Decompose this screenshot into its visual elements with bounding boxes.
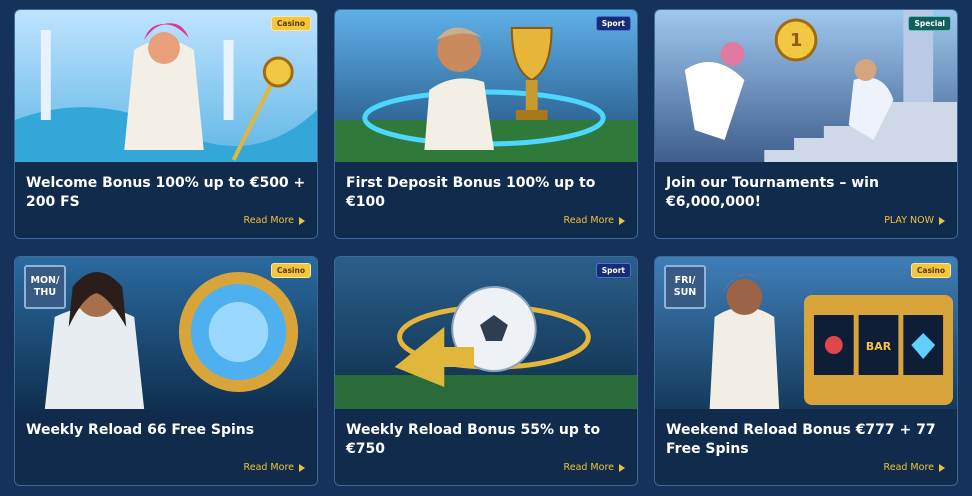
cta-label: PLAY NOW xyxy=(884,215,934,226)
badge-casino: Casino xyxy=(270,16,311,31)
promo-card-first-deposit[interactable]: Sport First Deposit Bonus 100% up to €10… xyxy=(334,9,638,239)
promo-art-goddess xyxy=(15,10,317,162)
read-more-button[interactable]: Read More xyxy=(564,462,625,473)
promo-card-weekly-reload-sport[interactable]: Sport Weekly Reload Bonus 55% up to €750… xyxy=(334,256,638,486)
promo-title: Welcome Bonus 100% up to €500 + 200 FS xyxy=(26,175,306,210)
promo-card-welcome-bonus[interactable]: Casino Welcome Bonus 100% up to €500 + 2… xyxy=(14,9,318,239)
promo-title: Weekend Reload Bonus €777 + 77 Free Spin… xyxy=(666,422,936,457)
promo-card-tournaments[interactable]: 1 Special Join our Tournaments – win €6,… xyxy=(654,9,958,239)
badge-sport: Sport xyxy=(595,16,631,31)
play-arrow-icon xyxy=(619,463,625,472)
day-tag-line-2: THU xyxy=(33,287,57,298)
promotions-grid: Casino Welcome Bonus 100% up to €500 + 2… xyxy=(0,0,972,496)
day-tag-mon-thu: MON/ THU xyxy=(24,265,66,309)
promo-card-weekend-reload[interactable]: BAR FRI/ SUN Casino Weekend Reload Bonus… xyxy=(654,256,958,486)
badge-sport: Sport xyxy=(595,263,631,278)
day-tag-line-1: MON/ xyxy=(30,275,60,286)
play-arrow-icon xyxy=(939,463,945,472)
play-now-button[interactable]: PLAY NOW xyxy=(884,215,945,226)
read-more-button[interactable]: Read More xyxy=(244,462,305,473)
cta-label: Read More xyxy=(883,462,934,473)
read-more-button[interactable]: Read More xyxy=(564,215,625,226)
promo-title: Weekly Reload 66 Free Spins xyxy=(26,422,255,438)
play-arrow-icon xyxy=(299,463,305,472)
promo-title: First Deposit Bonus 100% up to €100 xyxy=(346,175,596,210)
play-arrow-icon xyxy=(619,216,625,225)
day-tag-line-2: SUN xyxy=(673,287,697,298)
read-more-button[interactable]: Read More xyxy=(244,215,305,226)
badge-casino: Casino xyxy=(270,263,311,278)
svg-text:1: 1 xyxy=(790,30,802,51)
read-more-button[interactable]: Read More xyxy=(884,462,945,473)
promo-title: Join our Tournaments – win €6,000,000! xyxy=(666,175,879,210)
badge-casino: Casino xyxy=(910,263,951,278)
promo-card-weekly-free-spins[interactable]: MON/ THU Casino Weekly Reload 66 Free Sp… xyxy=(14,256,318,486)
promo-art-race-stairs: 1 xyxy=(655,10,957,162)
svg-text:BAR: BAR xyxy=(866,340,892,353)
day-tag-line-1: FRI/ xyxy=(674,275,696,286)
play-arrow-icon xyxy=(939,216,945,225)
cta-label: Read More xyxy=(563,462,614,473)
cta-label: Read More xyxy=(243,215,294,226)
promo-title: Weekly Reload Bonus 55% up to €750 xyxy=(346,422,601,457)
play-arrow-icon xyxy=(299,216,305,225)
badge-special: Special xyxy=(908,16,951,31)
day-tag-fri-sun: FRI/ SUN xyxy=(664,265,706,309)
cta-label: Read More xyxy=(563,215,614,226)
cta-label: Read More xyxy=(243,462,294,473)
promo-art-football-arrow xyxy=(335,257,637,409)
promo-art-trophy-player xyxy=(335,10,637,162)
